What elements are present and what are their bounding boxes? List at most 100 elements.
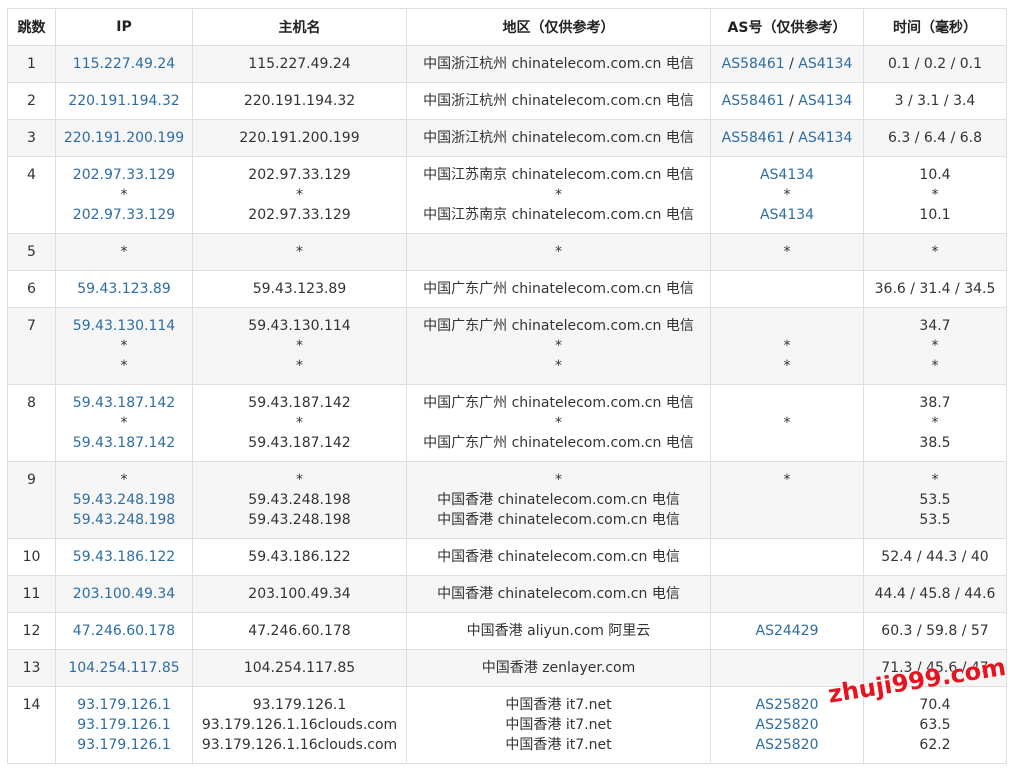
as-link[interactable]: AS25820 xyxy=(756,717,819,733)
hostname-text: 59.43.130.114 xyxy=(248,318,351,334)
as-link[interactable]: AS58461 xyxy=(722,56,785,72)
table-row: 3 220.191.200.199 220.191.200.199 中国浙江杭州 ch… xyxy=(7,119,1007,157)
as-link[interactable]: AS24429 xyxy=(756,623,819,639)
as-link[interactable]: AS58461 xyxy=(722,130,785,146)
time-text: 38.5 xyxy=(919,435,951,451)
region-text: 中国香港 chinatelecom.com.cn 电信 xyxy=(437,549,680,565)
ip-link[interactable]: 59.43.130.114 xyxy=(56,316,192,336)
ip-link[interactable]: 104.254.117.85 xyxy=(56,658,192,678)
hostname-text: * xyxy=(296,472,303,488)
as-link[interactable]: AS4134 xyxy=(760,167,814,183)
hostname-text: 93.179.126.1.16clouds.com xyxy=(201,717,398,733)
region-text: * xyxy=(555,187,562,203)
hop-cell: 8 xyxy=(7,384,56,462)
as-separator: / xyxy=(784,93,799,109)
ip-text: * xyxy=(120,187,128,203)
ip-link[interactable]: 93.179.126.1 xyxy=(56,715,192,735)
region-cell: 中国香港 chinatelecom.com.cn 电信 xyxy=(406,538,711,576)
hostname-text: * xyxy=(296,244,303,260)
as-link[interactable]: AS4134 xyxy=(760,207,814,223)
ip-link[interactable]: 93.179.126.1 xyxy=(56,735,192,755)
time-text: 63.5 xyxy=(919,717,951,733)
as-line xyxy=(711,393,863,413)
table-row: 7 59.43.130.114 * * 59.43.130.114 * * 中国广东广州 ch… xyxy=(7,307,1007,385)
time-text: 10.1 xyxy=(919,207,951,223)
as-link[interactable]: AS4134 xyxy=(798,130,852,146)
as-line: * xyxy=(711,470,863,490)
hostname-cell: 93.179.126.1 93.179.126.1.16clouds.com 93.… xyxy=(192,686,407,764)
hostname-text: * xyxy=(296,187,303,203)
region-cell: 中国浙江杭州 chinatelecom.com.cn 电信 xyxy=(406,82,711,120)
region-text: 中国江苏南京 chinatelecom.com.cn 电信 xyxy=(423,167,694,183)
hop-cell: 14 xyxy=(7,686,56,764)
as-cell: AS24429 xyxy=(710,612,864,650)
ip-link[interactable]: 115.227.49.24 xyxy=(56,54,192,74)
ip-link[interactable]: 202.97.33.129 xyxy=(56,205,192,225)
ip-cell: 115.227.49.24 xyxy=(55,45,193,83)
ip-link[interactable]: 59.43.186.122 xyxy=(56,547,192,567)
as-link[interactable]: AS58461 xyxy=(722,93,785,109)
region-cell: * xyxy=(406,233,711,271)
region-text: 中国香港 aliyun.com 阿里云 xyxy=(466,623,651,639)
ip-cell: 220.191.200.199 xyxy=(55,119,193,157)
hostname-text: * xyxy=(296,338,303,354)
region-cell: 中国香港 it7.net 中国香港 it7.net 中国香港 it7.net xyxy=(406,686,711,764)
hostname-text: 47.246.60.178 xyxy=(248,623,351,639)
as-cell xyxy=(710,575,864,613)
ip-link[interactable]: 59.43.248.198 xyxy=(56,490,192,510)
header-as: AS号（仅供参考） xyxy=(710,8,864,46)
hostname-cell: 47.246.60.178 xyxy=(192,612,407,650)
as-link[interactable]: AS25820 xyxy=(756,737,819,753)
ip-link[interactable]: 59.43.187.142 xyxy=(56,433,192,453)
as-line xyxy=(711,547,863,567)
ip-link[interactable]: 47.246.60.178 xyxy=(56,621,192,641)
region-text: 中国广东广州 chinatelecom.com.cn 电信 xyxy=(423,395,694,411)
as-text: * xyxy=(783,187,791,203)
as-line: * xyxy=(711,356,863,376)
time-text: 10.4 xyxy=(919,167,951,183)
region-cell: 中国广东广州 chinatelecom.com.cn 电信 xyxy=(406,270,711,308)
hop-cell: 3 xyxy=(7,119,56,157)
ip-link[interactable]: 220.191.200.199 xyxy=(56,128,192,148)
hostname-cell: 220.191.194.32 xyxy=(192,82,407,120)
ip-cell: 47.246.60.178 xyxy=(55,612,193,650)
hop-cell: 4 xyxy=(7,156,56,234)
region-cell: 中国广东广州 chinatelecom.com.cn 电信 * * xyxy=(406,307,711,385)
ip-link[interactable]: 93.179.126.1 xyxy=(56,695,192,715)
table-row: 11 203.100.49.34 203.100.49.34 中国香港 chinate… xyxy=(7,575,1007,613)
ip-link[interactable]: 203.100.49.34 xyxy=(56,584,192,604)
hostname-cell: 104.254.117.85 xyxy=(192,649,407,687)
header-ip: IP xyxy=(55,8,193,46)
hostname-cell: 59.43.130.114 * * xyxy=(192,307,407,385)
ip-link[interactable]: 59.43.123.89 xyxy=(56,279,192,299)
hostname-text: 59.43.248.198 xyxy=(248,512,351,528)
hostname-text: 220.191.194.32 xyxy=(243,93,356,109)
table-header: 跳数 IP 主机名 地区（仅供参考） AS号（仅供参考） 时间（毫秒） xyxy=(7,8,1007,46)
table-row: 1 115.227.49.24 115.227.49.24 中国浙江杭州 chinat… xyxy=(7,45,1007,83)
time-cell: 60.3 / 59.8 / 57 xyxy=(863,612,1007,650)
ip-link[interactable]: 59.43.187.142 xyxy=(56,393,192,413)
ip-link[interactable]: 220.191.194.32 xyxy=(56,91,192,111)
table-row: 10 59.43.186.122 59.43.186.122 中国香港 chinate… xyxy=(7,538,1007,576)
time-text: 44.4 / 45.8 / 44.6 xyxy=(874,586,996,602)
table-row: 5 * * * * * xyxy=(7,233,1007,271)
as-link[interactable]: AS4134 xyxy=(798,56,852,72)
hop-cell: 7 xyxy=(7,307,56,385)
table-row: 8 59.43.187.142 * 59.43.187.142 59.43.187.14… xyxy=(7,384,1007,462)
hostname-cell: * 59.43.248.198 59.43.248.198 xyxy=(192,461,407,539)
ip-cell: * xyxy=(55,233,193,271)
hostname-text: * xyxy=(296,358,303,374)
hostname-text: 59.43.123.89 xyxy=(252,281,347,297)
region-cell: 中国浙江杭州 chinatelecom.com.cn 电信 xyxy=(406,45,711,83)
as-link[interactable]: AS25820 xyxy=(756,697,819,713)
ip-link[interactable]: 59.43.248.198 xyxy=(56,510,192,530)
hostname-text: 202.97.33.129 xyxy=(248,207,351,223)
ip-cell: 203.100.49.34 xyxy=(55,575,193,613)
time-text: * xyxy=(931,187,939,203)
hostname-text: 115.227.49.24 xyxy=(248,56,351,72)
as-link[interactable]: AS4134 xyxy=(798,93,852,109)
hostname-text: 59.43.187.142 xyxy=(248,435,351,451)
region-cell: 中国香港 chinatelecom.com.cn 电信 xyxy=(406,575,711,613)
time-text: 53.5 xyxy=(919,512,951,528)
ip-link[interactable]: 202.97.33.129 xyxy=(56,165,192,185)
